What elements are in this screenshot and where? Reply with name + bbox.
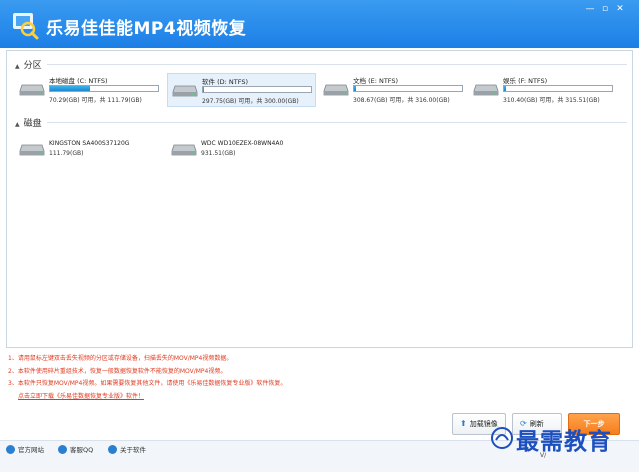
- download-pro-link[interactable]: 点击立即下载《乐易佳数据恢复专业版》软件！: [18, 393, 144, 400]
- hard-drive-icon: [473, 84, 499, 96]
- partition-name: 娱乐 (F: NTFS): [503, 77, 548, 85]
- section-divider: [47, 122, 627, 123]
- app-logo-icon: [13, 13, 39, 40]
- note-line-1: 1、请用鼠标左键双击丢失视频的分区或存储设备，扫描丢失的MOV/MP4视频数据。: [8, 355, 233, 362]
- note-line-3: 3、本软件只恢复MOV/MP4视频。如果需要恢复其他文件，请使用《乐易佳数据恢复…: [8, 380, 287, 387]
- minimize-button[interactable]: —: [583, 3, 597, 15]
- collapse-triangle-icon: ▲: [15, 63, 20, 70]
- disk-kingston[interactable]: KINGSTON SA400S37120G 111.79(GB): [15, 137, 163, 165]
- qq-link[interactable]: 客服QQ: [58, 444, 93, 454]
- watermark-text: 最需教育: [516, 428, 612, 455]
- partition-d[interactable]: 软件 (D: NTFS) 297.75(GB) 可用，共 300.00(GB): [167, 73, 316, 107]
- hard-drive-icon: [171, 144, 197, 156]
- usage-bar: [202, 86, 312, 93]
- disk-size: 931.51(GB): [201, 150, 236, 157]
- partition-size: 310.40(GB) 可用，共 315.51(GB): [503, 97, 600, 104]
- globe-icon: [6, 445, 15, 454]
- note-line-2: 2、本软件使用碎片重组技术，恢复一般数据恢复软件不能恢复的MOV/MP4视频。: [8, 367, 227, 375]
- watermark: 最需教育 V/: [490, 418, 630, 468]
- usage-fill: [354, 86, 357, 91]
- hard-drive-icon: [19, 84, 45, 96]
- partition-e[interactable]: 文档 (E: NTFS) 308.67(GB) 可用，共 316.00(GB): [319, 73, 467, 107]
- usage-fill: [203, 87, 205, 92]
- partition-size: 70.29(GB) 可用，共 111.79(GB): [49, 97, 142, 104]
- hard-drive-icon: [323, 84, 349, 96]
- disk-name: KINGSTON SA400S37120G: [49, 140, 130, 147]
- load-image-icon: ⬆: [460, 419, 467, 428]
- partition-c[interactable]: 本地磁盘 (C: NTFS) 70.29(GB) 可用，共 111.79(GB): [15, 73, 163, 107]
- website-label: 官方网站: [18, 446, 44, 454]
- partition-size: 297.75(GB) 可用，共 300.00(GB): [202, 98, 299, 105]
- collapse-triangle-icon: ▲: [15, 121, 20, 128]
- partitions-label: 分区: [23, 61, 42, 71]
- instruction-notes: 1、请用鼠标左键双击丢失视频的分区或存储设备，扫描丢失的MOV/MP4视频数据。…: [8, 353, 286, 403]
- title-bar: 乐易佳佳能MP4视频恢复 — ▫ ✕: [0, 0, 639, 48]
- section-divider: [47, 64, 627, 65]
- close-button[interactable]: ✕: [613, 3, 627, 15]
- info-icon: [108, 445, 117, 454]
- partition-size: 308.67(GB) 可用，共 316.00(GB): [353, 97, 450, 104]
- disks-header[interactable]: ▲ 磁盘: [15, 116, 42, 129]
- hard-drive-icon: [19, 144, 45, 156]
- disk-size: 111.79(GB): [49, 150, 84, 157]
- partition-name: 本地磁盘 (C: NTFS): [49, 77, 108, 85]
- usage-bar: [49, 85, 159, 92]
- usage-bar: [353, 85, 463, 92]
- partition-f[interactable]: 娱乐 (F: NTFS) 310.40(GB) 可用，共 315.51(GB): [469, 73, 619, 107]
- partition-name: 软件 (D: NTFS): [202, 78, 248, 86]
- qq-icon: [58, 445, 67, 454]
- watermark-logo-icon: [491, 427, 513, 449]
- hard-drive-icon: [172, 85, 198, 97]
- partitions-header[interactable]: ▲ 分区: [15, 58, 42, 71]
- usage-bar: [503, 85, 613, 92]
- qq-label: 客服QQ: [70, 446, 94, 454]
- partition-name: 文档 (E: NTFS): [353, 77, 399, 85]
- app-title: 乐易佳佳能MP4视频恢复: [46, 19, 247, 39]
- device-panel: ▲ 分区 本地磁盘 (C: NTFS) 70.29(GB) 可用，共 111.79…: [6, 50, 633, 348]
- about-label: 关于软件: [120, 446, 146, 454]
- disks-label: 磁盘: [23, 119, 42, 129]
- disk-name: WDC WD10EZEX-08WN4A0: [201, 140, 284, 147]
- disk-wdc[interactable]: WDC WD10EZEX-08WN4A0 931.51(GB): [167, 137, 317, 165]
- usage-fill: [504, 86, 507, 91]
- usage-fill: [50, 86, 90, 91]
- about-link[interactable]: 关于软件: [108, 444, 146, 454]
- maximize-button[interactable]: ▫: [598, 3, 612, 15]
- watermark-sub: V/: [540, 452, 547, 459]
- website-link[interactable]: 官方网站: [6, 444, 44, 454]
